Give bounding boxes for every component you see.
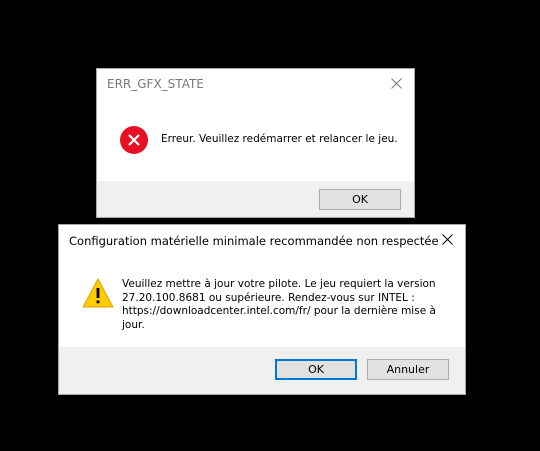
error-message: Erreur. Veuillez redémarrer et relancer … [161, 133, 398, 145]
warning-dialog: Configuration matérielle minimale recomm… [58, 224, 466, 395]
warning-dialog-titlebar[interactable]: Configuration matérielle minimale recomm… [59, 225, 465, 255]
warning-message-line: Veuillez mettre à jour votre pilote. Le … [122, 278, 436, 290]
error-dialog-footer: OK [97, 181, 414, 217]
close-icon [442, 234, 453, 245]
warning-message: Veuillez mettre à jour votre pilote. Le … [122, 278, 452, 332]
warning-dialog-close-button[interactable] [431, 225, 465, 255]
cancel-button[interactable]: Annuler [367, 359, 449, 380]
warning-dialog-footer: OK Annuler [59, 347, 465, 394]
ok-button[interactable]: OK [319, 189, 401, 210]
error-icon [120, 126, 148, 154]
error-dialog: ERR_GFX_STATE Erreur. Veuillez redémarre… [96, 68, 415, 218]
close-icon [391, 78, 402, 89]
warning-message-line: https://downloadcenter.intel.com/fr/ pou… [122, 305, 436, 317]
error-dialog-close-button[interactable] [380, 69, 414, 99]
error-dialog-title: ERR_GFX_STATE [107, 77, 204, 91]
ok-button[interactable]: OK [275, 359, 357, 380]
warning-icon [82, 278, 114, 308]
error-dialog-titlebar[interactable]: ERR_GFX_STATE [97, 69, 414, 99]
warning-message-line: jour. [122, 318, 145, 331]
warning-dialog-title: Configuration matérielle minimale recomm… [69, 234, 439, 248]
warning-message-line: 27.20.100.8681 ou supérieure. Rendez-vou… [122, 291, 415, 304]
